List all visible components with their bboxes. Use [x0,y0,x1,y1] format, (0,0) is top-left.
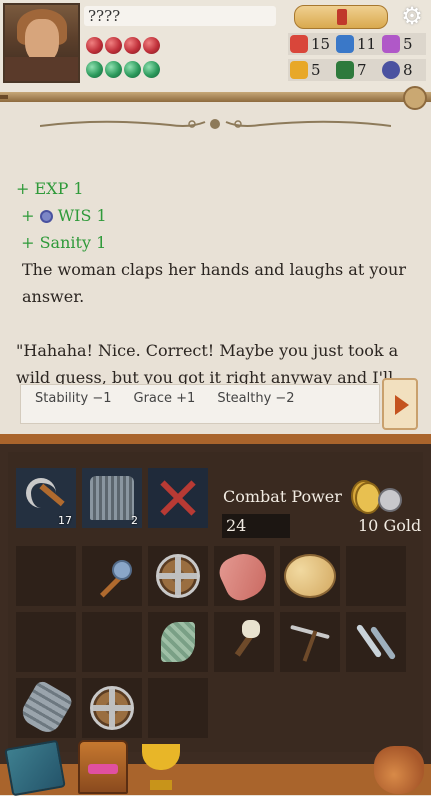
health-gems [86,37,160,54]
stat-value: 5 [311,61,321,79]
hud-divider-bar [0,86,431,110]
stat-defense[interactable]: 7 [334,59,380,81]
journal-book-icon[interactable] [4,739,66,796]
sanity-gem-icon [124,61,141,78]
combat-power-value: 24 [222,514,290,538]
inventory-slot-empty[interactable] [346,546,406,606]
fish-icon [214,546,274,606]
stat-agility[interactable]: 11 [334,33,380,55]
bottom-nav-bar [0,764,431,795]
gear-icon[interactable]: ⚙ [400,4,424,28]
sanity-gem-icon [105,61,122,78]
inventory-slot[interactable] [280,546,340,606]
reward-sanity: Sanity 1 [39,233,107,252]
ornament-divider [40,119,391,129]
inventory-slot[interactable] [148,546,208,606]
chainmail-icon [90,476,134,520]
choice-effects[interactable]: Stability −1 Grace +1 Stealthy −2 [20,384,380,424]
mace-icon [90,554,134,598]
coins-icon [351,480,402,514]
health-gem-icon [143,37,160,54]
inventory-slot-empty[interactable] [16,612,76,672]
strength-icon [290,35,308,53]
pickaxe-icon [288,620,332,664]
top-hud: ???? ⚙ 15 11 5 5 7 8 [0,0,431,92]
choice-arrow-button[interactable] [382,378,418,430]
player-name-field[interactable]: ???? [84,6,276,26]
portrait-cloak [5,57,78,81]
sanity-gem-icon [86,61,103,78]
reward-line: + WIS 1 [21,206,107,225]
inventory-panel: 17 2 Combat Power 24 10 Gold [0,434,431,796]
stat-value: 5 [403,35,413,53]
herb-leaf-icon [161,622,195,662]
skull-staff-icon [222,620,266,664]
inventory-area: 17 2 Combat Power 24 10 Gold [8,452,423,752]
luck-icon [290,61,308,79]
inventory-slot-empty[interactable] [82,612,142,672]
inventory-slot[interactable] [214,612,274,672]
reward-line: + Sanity 1 [21,233,107,252]
stat-magic[interactable]: 5 [380,33,426,55]
combat-power-label: Combat Power [223,487,342,506]
stat-luck[interactable]: 5 [288,59,334,81]
reward-exp: EXP 1 [34,179,84,198]
reward-line: + EXP 1 [16,179,84,198]
round-shield-icon [90,686,134,730]
inventory-slot[interactable] [82,546,142,606]
inventory-slot[interactable] [214,546,274,606]
stat-value: 7 [357,61,367,79]
choice-option[interactable]: Stability −1 Grace +1 Stealthy −2 [6,378,426,430]
trophy-icon[interactable] [138,740,184,794]
bread-icon [284,554,336,598]
coin-bag-icon[interactable] [374,746,424,794]
inventory-slot-empty[interactable] [148,678,208,738]
sanity-gem-icon [143,61,160,78]
equip-slot-weapon[interactable]: 17 [16,468,76,528]
round-shield-icon [156,554,200,598]
health-gem-icon [86,37,103,54]
health-gem-icon [105,37,122,54]
stat-strength[interactable]: 15 [288,33,334,55]
sanity-gems [86,61,160,78]
character-portrait[interactable] [3,3,80,83]
magic-icon [382,35,400,53]
inventory-slot[interactable] [346,612,406,672]
equip-slot-armor[interactable]: 2 [82,468,142,528]
story-paragraph: The woman claps her hands and laughs at … [22,260,406,306]
effect-label: Stealthy −2 [217,391,295,406]
inventory-slot[interactable] [280,612,340,672]
wisdom-icon [382,61,400,79]
stat-value: 11 [357,35,377,53]
reward-wis: WIS 1 [57,206,107,225]
treasure-chest-icon[interactable] [78,740,128,794]
gauntlet-icon [17,678,75,738]
item-count: 17 [58,514,72,527]
health-gem-icon [124,37,141,54]
stat-value: 8 [403,61,413,79]
inventory-slot[interactable] [82,678,142,738]
inventory-slot[interactable] [148,612,208,672]
effect-label: Stability −1 [35,391,112,406]
stats-grid: 15 11 5 5 7 8 [288,33,428,81]
quest-scroll-button[interactable] [294,5,388,29]
stat-value: 15 [311,35,331,53]
gold-amount: 10 Gold [358,516,422,535]
defense-icon [336,61,354,79]
inventory-slot-empty[interactable] [16,546,76,606]
wisdom-icon [39,210,53,223]
inventory-slot[interactable] [16,678,76,738]
equip-slot-empty[interactable] [148,468,208,528]
story-text: + EXP 1 + WIS 1 + Sanity 1 The woman cla… [16,175,416,391]
agility-icon [336,35,354,53]
item-count: 2 [131,514,138,527]
stat-wisdom[interactable]: 8 [380,59,426,81]
throwing-knives-icon [354,620,398,664]
effect-label: Grace +1 [133,391,196,406]
